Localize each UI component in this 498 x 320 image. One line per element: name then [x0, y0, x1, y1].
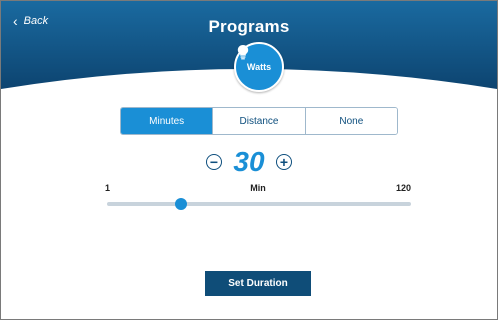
decrement-button[interactable]: − — [206, 154, 222, 170]
slider-track[interactable] — [107, 202, 411, 206]
lightbulb-icon — [237, 45, 249, 60]
watts-badge: Watts — [234, 42, 284, 92]
badge-label: Watts — [246, 62, 272, 72]
duration-stepper: − 30 + — [1, 145, 497, 179]
page-title: Programs — [208, 17, 290, 36]
duration-value: 30 — [233, 146, 265, 177]
slider-unit-label: Min — [250, 183, 266, 193]
tab-none[interactable]: None — [305, 108, 397, 134]
increment-button[interactable]: + — [276, 154, 292, 170]
slider-max-label: 120 — [395, 183, 411, 193]
duration-slider[interactable] — [107, 198, 411, 210]
tab-distance[interactable]: Distance — [213, 108, 306, 134]
mode-tabs: Minutes Distance None — [120, 107, 398, 135]
programs-screen: ‹ Back Programs Watts Minutes Distance N… — [0, 0, 498, 320]
set-duration-button[interactable]: Set Duration — [205, 271, 311, 296]
header-banner: ‹ Back Programs Watts — [1, 1, 497, 101]
tab-minutes[interactable]: Minutes — [121, 108, 214, 134]
plus-icon: + — [279, 154, 289, 170]
slider-scale: 1 Min 120 — [105, 183, 411, 195]
minus-icon: − — [209, 154, 219, 170]
slider-thumb[interactable] — [175, 198, 188, 210]
